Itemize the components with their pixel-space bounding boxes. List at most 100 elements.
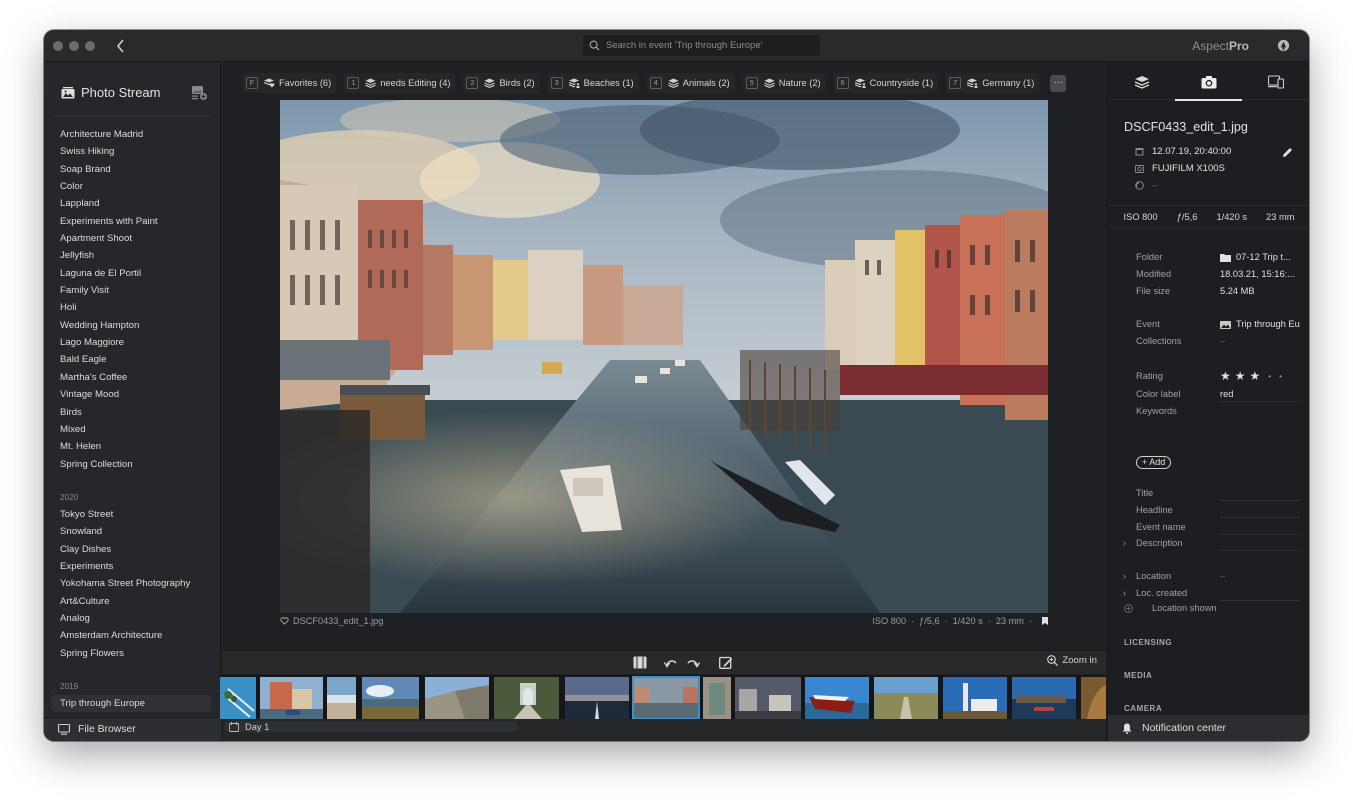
minimize-window-button[interactable]: [69, 41, 79, 51]
chevron-right-icon[interactable]: ›: [1123, 538, 1126, 548]
event-value[interactable]: Trip through Eu: [1220, 319, 1300, 329]
chevron-right-icon[interactable]: ›: [1123, 571, 1126, 581]
event-item[interactable]: Mixed: [44, 421, 221, 438]
event-item[interactable]: Tokyo Street: [44, 506, 221, 523]
event-item[interactable]: Lago Maggiore: [44, 334, 221, 351]
event-item[interactable]: Yokohama Street Photography: [44, 575, 221, 592]
star-empty-icon[interactable]: •: [1279, 372, 1282, 381]
collection-chip[interactable]: 1 needs Editing (4): [344, 73, 456, 93]
star-empty-icon[interactable]: •: [1268, 372, 1271, 381]
event-item[interactable]: Color: [44, 178, 221, 195]
event-item[interactable]: Vintage Mood: [44, 386, 221, 403]
collection-chip[interactable]: 3 Beaches (1): [547, 73, 639, 93]
collection-chip[interactable]: 6 Countryside (1): [833, 73, 939, 93]
pencil-icon[interactable]: [1282, 147, 1293, 158]
event-item[interactable]: Amsterdam Architecture: [44, 627, 221, 644]
star-filled-icon[interactable]: ★: [1235, 369, 1246, 383]
more-collections-button[interactable]: ···: [1050, 74, 1067, 92]
event-item[interactable]: Soap Brand: [44, 161, 221, 178]
event-item[interactable]: Spring Collection: [44, 456, 221, 473]
rotate-right-icon[interactable]: [686, 656, 700, 669]
event-item[interactable]: Wedding Hampton: [44, 317, 221, 334]
file-browser-button[interactable]: File Browser: [44, 717, 221, 741]
event-item[interactable]: Architecture Madrid: [44, 126, 221, 143]
collection-chip[interactable]: 2 Birds (2): [463, 73, 540, 93]
day-scrubber[interactable]: Day 1: [224, 721, 518, 732]
collection-chip[interactable]: F Favorites (6): [243, 73, 337, 93]
thumbnail[interactable]: [327, 677, 356, 719]
event-item[interactable]: Bald Eagle: [44, 351, 221, 368]
thumbnail[interactable]: [494, 677, 559, 719]
event-item[interactable]: Birds: [44, 404, 221, 421]
cloud-sync-icon[interactable]: [1277, 39, 1290, 52]
thumbnail[interactable]: [805, 677, 869, 719]
thumbnail[interactable]: [565, 677, 629, 719]
notification-center-button[interactable]: Notification center: [1108, 715, 1309, 741]
color-label-value[interactable]: red: [1220, 389, 1233, 399]
title-field[interactable]: Title: [1136, 485, 1306, 501]
edit-icon[interactable]: [719, 656, 733, 669]
close-window-button[interactable]: [53, 41, 63, 51]
photo-stream-header[interactable]: Photo Stream: [61, 85, 161, 100]
thumbnail[interactable]: [220, 677, 256, 719]
compare-icon[interactable]: [633, 656, 647, 669]
event-item-selected[interactable]: Trip through Europe: [51, 694, 211, 713]
description-field[interactable]: Description: [1136, 535, 1306, 551]
event-item[interactable]: Analog: [44, 610, 221, 627]
search-field[interactable]: [583, 35, 820, 56]
section-camera[interactable]: CAMERA: [1124, 704, 1162, 713]
event-item[interactable]: Family Visit: [44, 282, 221, 299]
thumbnail[interactable]: [362, 677, 419, 719]
thumbnail[interactable]: [874, 677, 938, 719]
event-item[interactable]: Jellyfish: [44, 247, 221, 264]
main-photo[interactable]: [280, 100, 1048, 613]
star-filled-icon[interactable]: ★: [1250, 369, 1261, 383]
headline-field[interactable]: Headline: [1136, 502, 1306, 518]
heart-outline-icon[interactable]: [280, 617, 289, 625]
event-item[interactable]: Apartment Shoot: [44, 230, 221, 247]
bookmark-icon[interactable]: [1042, 617, 1048, 625]
thumbnail[interactable]: [1081, 677, 1106, 719]
event-item[interactable]: Holi: [44, 299, 221, 316]
thumbnail-selected[interactable]: [632, 676, 700, 719]
event-item[interactable]: Art&Culture: [44, 593, 221, 610]
search-input[interactable]: [606, 40, 806, 51]
collection-chip[interactable]: 4 Animals (2): [646, 73, 735, 93]
event-name-field[interactable]: Event name: [1136, 519, 1306, 535]
add-keyword-button[interactable]: + Add: [1136, 456, 1172, 469]
rating-stars[interactable]: ★ ★ ★ • •: [1220, 369, 1286, 383]
thumbnail[interactable]: [1012, 677, 1076, 719]
event-item[interactable]: Experiments with Paint: [44, 213, 221, 230]
location-field[interactable]: Location –: [1136, 568, 1306, 584]
thumbnail[interactable]: [735, 677, 801, 719]
section-media[interactable]: MEDIA: [1124, 671, 1152, 680]
event-item[interactable]: Spring Flowers: [44, 645, 221, 662]
thumbnail[interactable]: [425, 677, 489, 719]
tab-devices[interactable]: [1242, 63, 1309, 100]
collection-chip[interactable]: 7 Germany (1): [946, 73, 1040, 93]
event-item[interactable]: Mt. Helen: [44, 438, 221, 455]
collection-chip[interactable]: 5 Nature (2): [742, 73, 826, 93]
thumbnail[interactable]: [703, 677, 731, 719]
chevron-right-icon[interactable]: ›: [1123, 588, 1126, 598]
zoom-in-button[interactable]: Zoom in: [1047, 655, 1097, 666]
event-item[interactable]: Martha's Coffee: [44, 369, 221, 386]
back-button[interactable]: [112, 36, 130, 56]
zoom-window-button[interactable]: [85, 41, 95, 51]
tab-photo-info[interactable]: [1175, 63, 1242, 101]
folder-value[interactable]: 07-12 Trip t...: [1220, 252, 1291, 262]
event-item[interactable]: Laguna de El Portil: [44, 265, 221, 282]
event-item[interactable]: Experiments: [44, 558, 221, 575]
location-shown-row[interactable]: Location shown: [1124, 603, 1217, 613]
event-item[interactable]: Snowland: [44, 523, 221, 540]
event-item[interactable]: Clay Dishes: [44, 541, 221, 558]
rotate-left-icon[interactable]: [664, 656, 678, 669]
event-item[interactable]: Lappland: [44, 195, 221, 212]
event-item[interactable]: Swiss Hiking: [44, 143, 221, 160]
add-event-icon[interactable]: [191, 85, 208, 101]
star-filled-icon[interactable]: ★: [1220, 369, 1231, 383]
thumbnail[interactable]: [943, 677, 1007, 719]
loc-created-field[interactable]: Loc. created: [1136, 585, 1306, 601]
thumbnail[interactable]: [260, 677, 323, 719]
section-licensing[interactable]: LICENSING: [1124, 638, 1172, 647]
